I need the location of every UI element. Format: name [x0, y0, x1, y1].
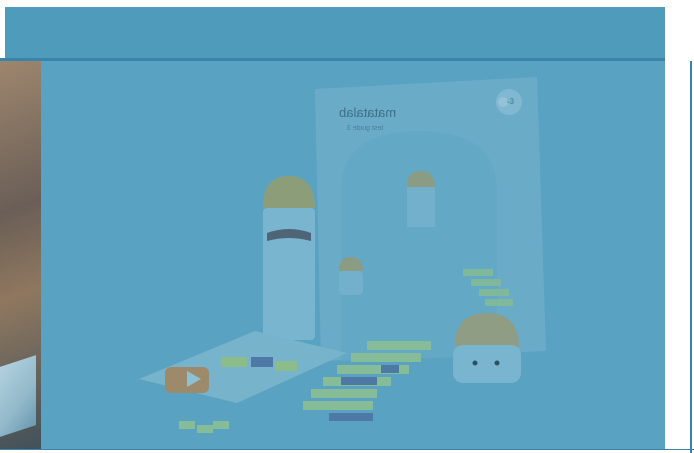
tower-body [263, 208, 315, 340]
small-robot-body [453, 345, 521, 383]
box-badge-text: -3 [507, 97, 515, 106]
thumbnail-tint [0, 61, 41, 449]
box-brand-text: matatalab [339, 105, 397, 120]
header-band [5, 7, 665, 59]
slide-image-panel: matatalab test guide 3 -3 [41, 61, 665, 449]
box-subtitle-text: test guide 3 [347, 125, 384, 132]
bottom-rule [0, 449, 694, 450]
previous-slide-thumbnail[interactable] [0, 61, 41, 449]
right-frame [665, 58, 694, 453]
right-frame-rule [690, 61, 692, 453]
tower-dome [263, 176, 315, 208]
